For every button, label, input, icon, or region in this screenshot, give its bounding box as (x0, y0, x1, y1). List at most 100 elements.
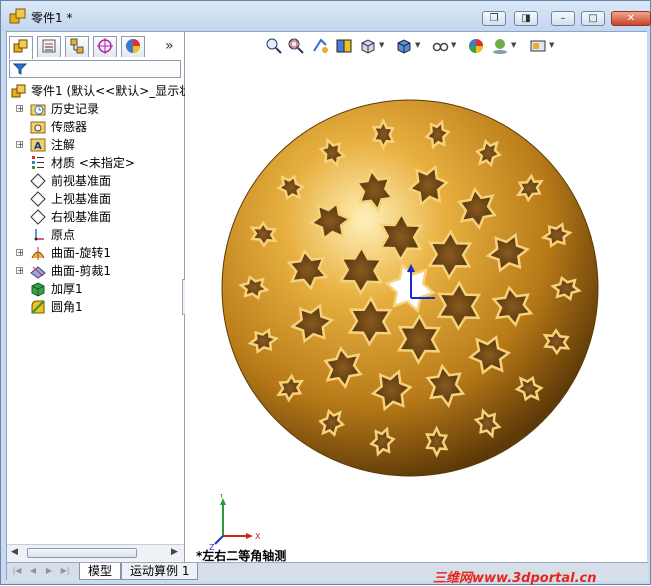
svg-text:A: A (34, 141, 42, 152)
tree-item-annotations[interactable]: + A 注解 (7, 136, 184, 154)
sensor-icon (30, 121, 46, 134)
app-window: 零件1 * ❐ ◨ – □ ✕ » 零件1 (默认<<默认>_显示状 + 历史记… (0, 0, 651, 586)
tree-root-part[interactable]: 零件1 (默认<<默认>_显示状 (7, 82, 191, 100)
dropdown-arrow-icon[interactable]: ▼ (451, 41, 456, 49)
tree-root-label: 零件1 (默认<<默认>_显示状 (31, 84, 192, 98)
graphics-viewport[interactable]: ▼ ▼ ▼ ▼ ▼ Y X Z *左右二等角轴测 (185, 32, 647, 563)
prev-tab-icon[interactable]: ◀ (27, 565, 39, 577)
part-icon (11, 84, 26, 98)
surface-trim-icon (30, 266, 46, 279)
surface-revolve-icon (31, 247, 45, 260)
edit-appearance-icon[interactable] (467, 37, 485, 55)
expand-plus-icon[interactable]: + (16, 267, 24, 275)
tree-item-material[interactable]: 材质 <未指定> (7, 154, 184, 172)
feature-manager-icon (13, 39, 28, 53)
triad-x-label: X (255, 532, 261, 541)
property-manager-icon (42, 39, 56, 53)
display-style-icon[interactable] (395, 37, 413, 55)
apply-scene-icon[interactable] (491, 37, 509, 55)
tab-feature-manager[interactable] (9, 36, 33, 59)
tree-item-fillet[interactable]: 圆角1 (7, 298, 184, 316)
feature-manager-pane: » 零件1 (默认<<默认>_显示状 + 历史记录 传感器 + A 注解 材质 … (7, 32, 191, 562)
tree-item-label: 右视基准面 (51, 210, 112, 224)
view-settings-icon[interactable] (529, 37, 547, 55)
minimize-button[interactable]: – (551, 11, 575, 26)
hide-show-items-icon[interactable] (431, 37, 449, 55)
tab-display-manager[interactable] (121, 36, 145, 57)
tree-item-top-plane[interactable]: 上视基准面 (7, 190, 184, 208)
more-tabs-chevron-icon[interactable]: » (165, 38, 174, 54)
first-tab-icon[interactable]: |◀ (11, 565, 23, 577)
plane-icon (30, 191, 46, 207)
doc-tile-button[interactable]: ◨ (514, 11, 538, 26)
reference-triad: Y X Z (209, 494, 261, 552)
dropdown-arrow-icon[interactable]: ▼ (379, 41, 384, 49)
watermark: 三维网www.3dportal.cn (433, 571, 597, 586)
tree-item-label: 前视基准面 (51, 174, 112, 188)
tab-property-manager[interactable] (37, 36, 61, 57)
triad-y-label: Y (218, 494, 224, 500)
tree-item-label: 曲面-旋转1 (51, 246, 111, 260)
history-folder-icon (30, 104, 46, 116)
tab-dimxpert-manager[interactable] (93, 36, 117, 57)
origin-icon (34, 229, 44, 241)
title-bar: 零件1 * ❐ ◨ – □ ✕ (1, 1, 651, 31)
tree-item-surface-trim[interactable]: + 曲面-剪裁1 (7, 262, 184, 280)
scroll-left-arrow-icon[interactable]: ◀ (11, 547, 18, 557)
tree-item-front-plane[interactable]: 前视基准面 (7, 172, 184, 190)
tree-item-thicken[interactable]: 加厚1 (7, 280, 184, 298)
scroll-right-arrow-icon[interactable]: ▶ (171, 547, 178, 557)
plane-icon (30, 173, 46, 189)
zoom-to-fit-icon[interactable] (265, 37, 283, 55)
zoom-to-area-icon[interactable] (287, 37, 305, 55)
plane-icon (30, 209, 46, 225)
thicken-icon (31, 282, 45, 297)
part-document-icon (9, 8, 26, 24)
display-manager-icon (126, 39, 140, 53)
tree-item-label: 圆角1 (51, 300, 83, 314)
tree-item-surface-revolve[interactable]: + 曲面-旋转1 (7, 244, 184, 262)
next-tab-icon[interactable]: ▶ (43, 565, 55, 577)
tree-item-label: 注解 (51, 138, 76, 152)
tree-item-label: 加厚1 (51, 282, 83, 296)
document-client-area: » 零件1 (默认<<默认>_显示状 + 历史记录 传感器 + A 注解 材质 … (6, 31, 648, 581)
sphere-lattice-model[interactable] (215, 98, 615, 498)
close-button[interactable]: ✕ (611, 11, 651, 26)
section-view-icon[interactable] (335, 37, 353, 55)
material-icon (32, 156, 44, 169)
tree-item-sensors[interactable]: 传感器 (7, 118, 184, 136)
expand-plus-icon[interactable]: + (16, 105, 24, 113)
tree-item-history[interactable]: + 历史记录 (7, 100, 184, 118)
last-tab-icon[interactable]: ▶| (59, 565, 71, 577)
annotations-icon: A (30, 138, 46, 152)
doc-restore-button[interactable]: ❐ (482, 11, 506, 26)
tree-item-label: 曲面-剪裁1 (51, 264, 111, 278)
window-title: 零件1 * (31, 11, 73, 25)
tree-item-right-plane[interactable]: 右视基准面 (7, 208, 184, 226)
expand-plus-icon[interactable]: + (16, 141, 24, 149)
dimxpert-icon (97, 38, 113, 54)
tab-model[interactable]: 模型 (79, 563, 122, 580)
tree-item-origin[interactable]: 原点 (7, 226, 184, 244)
feature-filter-input[interactable] (9, 60, 181, 78)
tab-configuration-manager[interactable] (65, 36, 89, 57)
tab-motion-study-1[interactable]: 运动算例 1 (121, 563, 199, 580)
tree-item-label: 传感器 (51, 120, 88, 134)
tree-horizontal-scrollbar[interactable]: ◀ ▶ (7, 544, 184, 562)
previous-view-icon[interactable] (311, 37, 329, 55)
manager-tabs: » (9, 36, 181, 59)
tree-item-label: 材质 <未指定> (51, 156, 135, 170)
dropdown-arrow-icon[interactable]: ▼ (415, 41, 420, 49)
feature-tree: 零件1 (默认<<默认>_显示状 + 历史记录 传感器 + A 注解 材质 <未… (7, 82, 191, 316)
fillet-icon (31, 300, 45, 314)
dropdown-arrow-icon[interactable]: ▼ (549, 41, 554, 49)
dropdown-arrow-icon[interactable]: ▼ (511, 41, 516, 49)
tree-item-label: 原点 (51, 228, 76, 242)
filter-funnel-icon (13, 63, 27, 75)
scrollbar-thumb[interactable] (27, 548, 137, 558)
maximize-button[interactable]: □ (581, 11, 605, 26)
expand-plus-icon[interactable]: + (16, 249, 24, 257)
tree-item-label: 上视基准面 (51, 192, 112, 206)
configuration-manager-icon (70, 38, 84, 54)
view-orientation-icon[interactable] (359, 37, 377, 55)
